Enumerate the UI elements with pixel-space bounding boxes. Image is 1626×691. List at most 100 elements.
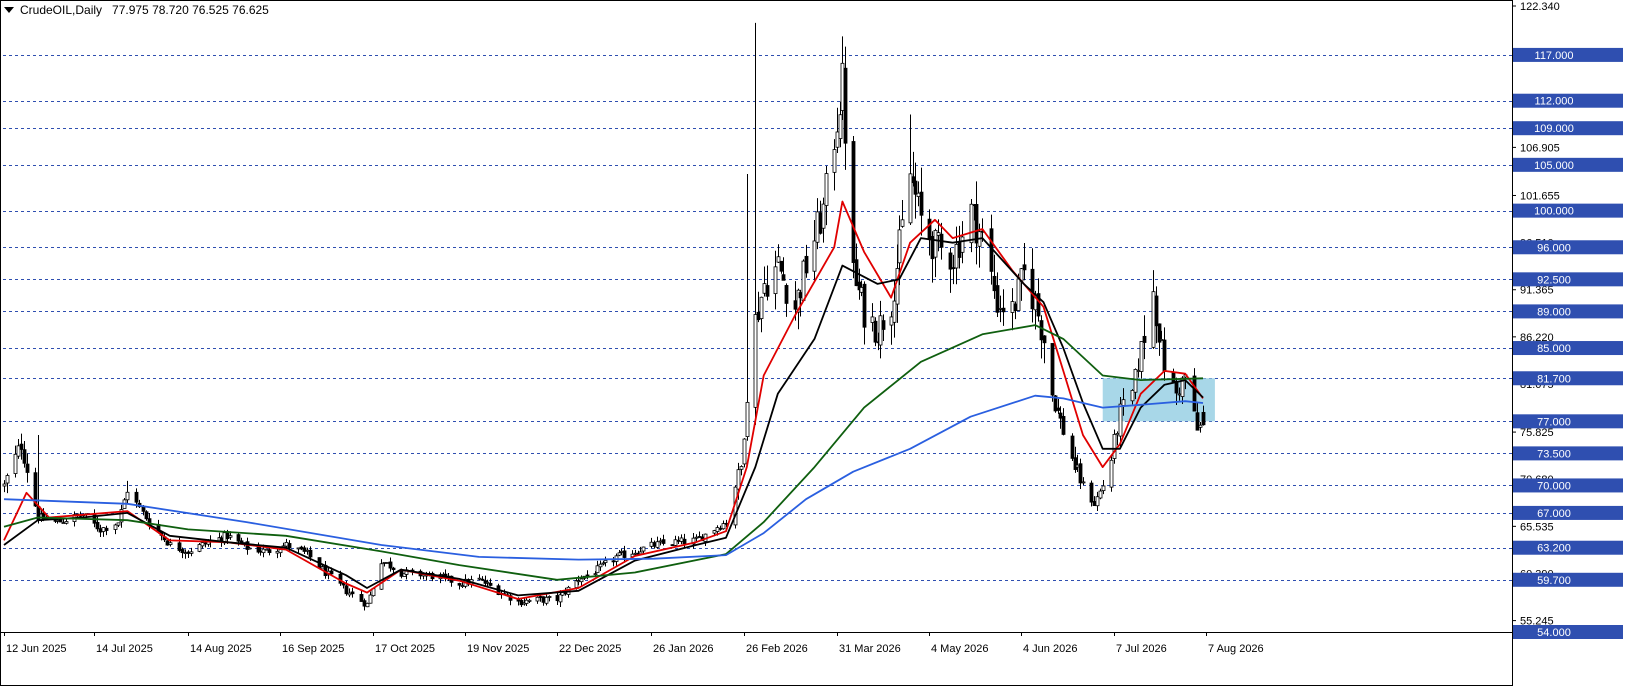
candle-bull xyxy=(673,539,678,546)
candle-bull xyxy=(527,599,532,602)
candle-bear xyxy=(804,255,809,274)
candle-bull xyxy=(759,296,764,319)
candle-bear xyxy=(144,511,149,520)
candle-bull xyxy=(1016,278,1021,311)
candle-bull xyxy=(2,483,7,487)
candle-bull xyxy=(544,596,549,604)
candle-bear xyxy=(541,596,546,603)
candle-bull xyxy=(736,469,741,490)
candle-bull xyxy=(603,560,608,563)
candle-bear xyxy=(682,538,687,545)
candle-bear xyxy=(98,528,103,533)
candle-bear xyxy=(287,543,292,549)
candle-bull xyxy=(64,521,69,524)
chart-background xyxy=(0,0,1626,686)
candle-bear xyxy=(881,320,886,330)
candle-bear xyxy=(948,252,953,270)
candle-bull xyxy=(1130,390,1135,402)
time-tick-label: 26 Feb 2026 xyxy=(746,643,808,655)
candle-bear xyxy=(661,539,666,544)
candle-bull xyxy=(347,592,352,596)
candle-bull xyxy=(16,445,21,457)
candle-bull xyxy=(641,546,646,552)
time-tick-label: 16 Sep 2025 xyxy=(282,643,344,655)
candle-bear xyxy=(1092,501,1097,507)
candle-bear xyxy=(779,260,784,272)
candle-bull xyxy=(619,550,624,553)
candle-bear xyxy=(1078,463,1083,484)
candle-bear xyxy=(258,550,263,553)
candle-bear xyxy=(1013,303,1018,311)
candle-bull xyxy=(460,585,465,587)
candle-bull xyxy=(1159,339,1164,341)
candle-bull xyxy=(840,62,845,111)
candle-bull xyxy=(576,580,581,583)
candle-bull xyxy=(1010,301,1015,313)
candle-bull xyxy=(1098,490,1103,499)
candle-bull xyxy=(61,522,66,525)
candle-bear xyxy=(756,311,761,321)
candle-bear xyxy=(585,574,590,577)
candle-bull xyxy=(382,561,387,564)
candle-bear xyxy=(141,506,146,512)
candle-bear xyxy=(798,292,803,299)
candle-bull xyxy=(598,563,603,568)
level-price-label: 100.000 xyxy=(1534,206,1574,218)
candle-bear xyxy=(1030,268,1035,310)
candle-bull xyxy=(595,565,600,573)
time-tick-label: 14 Jul 2025 xyxy=(96,643,153,655)
candle-bear xyxy=(180,549,185,554)
candle-bull xyxy=(832,149,837,173)
candle-bull xyxy=(815,211,820,243)
candle-bear xyxy=(488,582,493,586)
candle-bull xyxy=(1118,403,1123,437)
level-price-label: 109.000 xyxy=(1534,123,1574,135)
level-price-label: 67.000 xyxy=(1537,508,1571,520)
candle-bear xyxy=(391,567,396,571)
candle-bull xyxy=(721,523,726,530)
level-price-label: 63.200 xyxy=(1537,543,1571,555)
level-price-label: 112.000 xyxy=(1535,96,1574,108)
candle-bull xyxy=(658,540,663,543)
candle-bull xyxy=(878,315,883,346)
candle-bull xyxy=(200,542,205,547)
dropdown-arrow-icon[interactable] xyxy=(4,7,14,13)
level-price-label: 73.500 xyxy=(1537,448,1571,460)
candle-bull xyxy=(694,536,699,539)
candle-bull xyxy=(739,466,744,470)
price-tick-label: 101.655 xyxy=(1520,190,1560,202)
candle-bear xyxy=(104,527,109,531)
candle-bear xyxy=(951,267,956,269)
candle-bull xyxy=(189,551,194,554)
candle-bull xyxy=(954,243,959,269)
candle-bear xyxy=(992,275,997,292)
ohlc-values: 77.975 78.720 76.525 76.625 xyxy=(112,3,269,17)
candle-bull xyxy=(835,131,840,148)
candle-bear xyxy=(329,570,334,575)
candle-bear xyxy=(1162,339,1167,372)
candle-bull xyxy=(1081,481,1086,484)
candle-bull xyxy=(1139,341,1144,372)
candle-bull xyxy=(916,192,921,197)
candle-bear xyxy=(1001,307,1006,313)
candle-bull xyxy=(889,316,894,326)
time-tick-label: 14 Aug 2025 xyxy=(190,643,252,655)
candle-bull xyxy=(1133,369,1138,393)
level-price-label: 89.000 xyxy=(1537,306,1571,318)
candle-bear xyxy=(186,551,191,554)
candle-bear xyxy=(1070,435,1075,459)
candle-bear xyxy=(555,595,560,602)
candle-bear xyxy=(927,218,932,241)
candle-bull xyxy=(776,256,781,263)
candle-bull xyxy=(485,581,490,584)
candle-bull xyxy=(801,260,806,301)
candle-bull xyxy=(579,578,584,583)
price-tick-label: 106.905 xyxy=(1520,142,1560,154)
candle-bear xyxy=(1171,372,1176,383)
level-price-label: 92.500 xyxy=(1537,274,1571,286)
candle-bear xyxy=(1050,343,1055,396)
price-chart[interactable]: 122.340106.905101.65596.51091.36586.2208… xyxy=(0,0,1626,686)
symbol-label: CrudeOIL,Daily xyxy=(20,3,103,17)
candle-bear xyxy=(1142,335,1147,343)
candle-bull xyxy=(261,548,266,554)
